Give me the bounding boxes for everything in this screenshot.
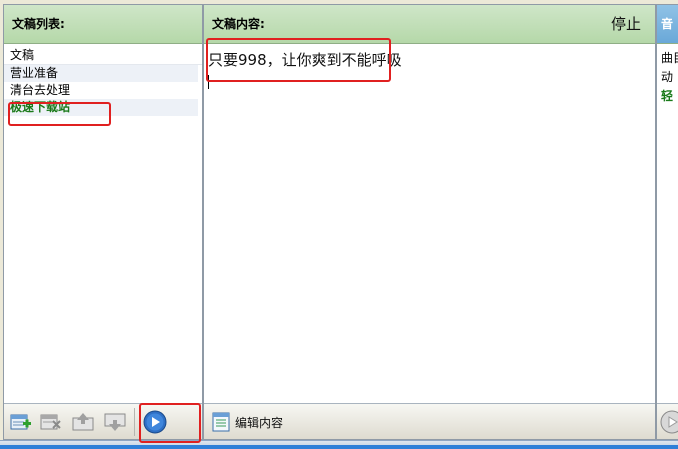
text-caret: [208, 75, 209, 89]
music-track-label: 曲目: [661, 51, 678, 65]
move-up-button[interactable]: [70, 410, 96, 434]
app-window: 文稿列表: 文稿 营业准备 清台去处理 极速下载站 文稿内容: 停止 只要998…: [0, 0, 678, 449]
script-content-title-text: 文稿内容:: [212, 17, 265, 31]
move-down-icon: [104, 413, 126, 431]
music-toolbar: [657, 403, 678, 439]
delete-script-button[interactable]: [38, 410, 64, 434]
script-content-editor[interactable]: 只要998，让你爽到不能呼吸: [204, 45, 655, 403]
music-pane-title: 音: [657, 5, 678, 44]
add-script-button[interactable]: [8, 410, 34, 434]
edit-content-button[interactable]: 编辑内容: [212, 410, 283, 434]
script-list-title: 文稿列表:: [4, 5, 202, 44]
window-bottom-bar: [0, 440, 678, 449]
music-list-item[interactable]: 动: [657, 68, 678, 87]
script-content-toolbar: 编辑内容: [204, 403, 655, 439]
script-content-title: 文稿内容: 停止: [204, 5, 655, 44]
move-down-button[interactable]: [102, 410, 128, 434]
script-list-body: 文稿 营业准备 清台去处理 极速下载站: [4, 45, 202, 403]
move-up-icon: [72, 413, 94, 431]
edit-doc-icon: [212, 412, 230, 432]
edit-content-label: 编辑内容: [235, 415, 284, 430]
play-button[interactable]: [142, 410, 168, 434]
music-pane: 音 曲目 动 轻: [656, 4, 678, 440]
list-column-header[interactable]: 文稿: [4, 45, 202, 65]
script-list-toolbar: [4, 403, 202, 439]
list-item[interactable]: 营业准备: [4, 65, 198, 82]
list-item[interactable]: 清台去处理: [4, 82, 198, 99]
play-icon: [143, 410, 167, 434]
toolbar-separator: [134, 408, 135, 436]
music-play-button[interactable]: [659, 410, 678, 434]
script-content-pane: 文稿内容: 停止 只要998，让你爽到不能呼吸 编辑内容: [203, 4, 656, 440]
taskbar-edge: [0, 445, 678, 449]
stop-button[interactable]: 停止: [611, 5, 641, 43]
delete-doc-icon: [40, 414, 61, 430]
play-icon: [660, 410, 678, 434]
list-item-selected[interactable]: 极速下载站: [4, 99, 198, 116]
script-content-text[interactable]: 只要998，让你爽到不能呼吸: [204, 45, 655, 75]
music-list-item-selected[interactable]: 轻: [657, 87, 678, 106]
script-list-pane: 文稿列表: 文稿 营业准备 清台去处理 极速下载站: [3, 4, 203, 440]
music-pane-body: 曲目 动 轻: [657, 45, 678, 403]
add-doc-icon: [10, 414, 31, 430]
